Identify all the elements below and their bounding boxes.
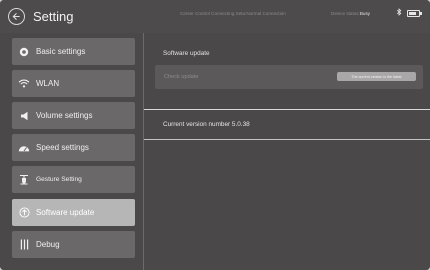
sidebar-item-label: WLAN — [36, 79, 60, 88]
device-status-label: Device status: — [331, 11, 360, 16]
sidebar-item-speed-settings[interactable]: Speed settings — [12, 134, 135, 161]
sidebar-item-volume-settings[interactable]: Volume settings — [12, 102, 135, 129]
check-update-label: Check update — [164, 74, 199, 80]
speaker-icon — [12, 102, 36, 129]
settings-screen: Setting Center Control Connecting Seta:N… — [0, 0, 430, 270]
back-button[interactable] — [8, 8, 25, 25]
divider-line — [144, 109, 430, 110]
settings-dot-icon — [12, 38, 36, 65]
sidebar-item-label: Software update — [36, 208, 95, 217]
wifi-icon — [12, 70, 36, 97]
sidebar-item-software-update[interactable]: Software update — [12, 199, 135, 226]
section-title: Software update — [163, 50, 210, 57]
version-number: Current version number 5.0.38 — [163, 121, 250, 128]
update-status-badge: The current version is the latest — [337, 72, 416, 81]
check-update-row[interactable]: Check update The current version is the … — [155, 65, 423, 89]
sidebar-item-gesture-setting[interactable]: Gesture Setting — [12, 166, 135, 193]
bluetooth-icon — [396, 8, 402, 18]
sidebar: Basic settings WLAN Volume settings Spee… — [0, 33, 143, 270]
battery-icon — [407, 10, 422, 17]
sidebar-item-label: Speed settings — [36, 143, 89, 152]
header-bar: Setting Center Control Connecting Seta:N… — [0, 0, 430, 33]
sidebar-item-debug[interactable]: Debug — [12, 231, 135, 258]
sidebar-item-basic-settings[interactable]: Basic settings — [12, 38, 135, 65]
sidebar-item-label: Volume settings — [36, 111, 93, 120]
page-title: Setting — [33, 9, 74, 24]
divider-line — [144, 139, 430, 140]
back-arrow-icon — [12, 12, 20, 21]
sidebar-item-wlan[interactable]: WLAN — [12, 70, 135, 97]
main-panel: Software update Check update The current… — [144, 33, 430, 270]
gesture-icon — [12, 166, 36, 193]
sidebar-item-label: Basic settings — [36, 47, 86, 56]
connection-status: Center Control Connecting Seta:Normal Co… — [180, 11, 286, 16]
device-status-value: Busy — [359, 11, 371, 16]
speedometer-icon — [12, 134, 36, 161]
debug-icon — [12, 231, 36, 258]
sidebar-item-label: Gesture Setting — [36, 176, 82, 183]
update-icon — [12, 199, 36, 226]
device-status: Device status:Busy — [331, 11, 370, 16]
sidebar-item-label: Debug — [36, 240, 60, 249]
